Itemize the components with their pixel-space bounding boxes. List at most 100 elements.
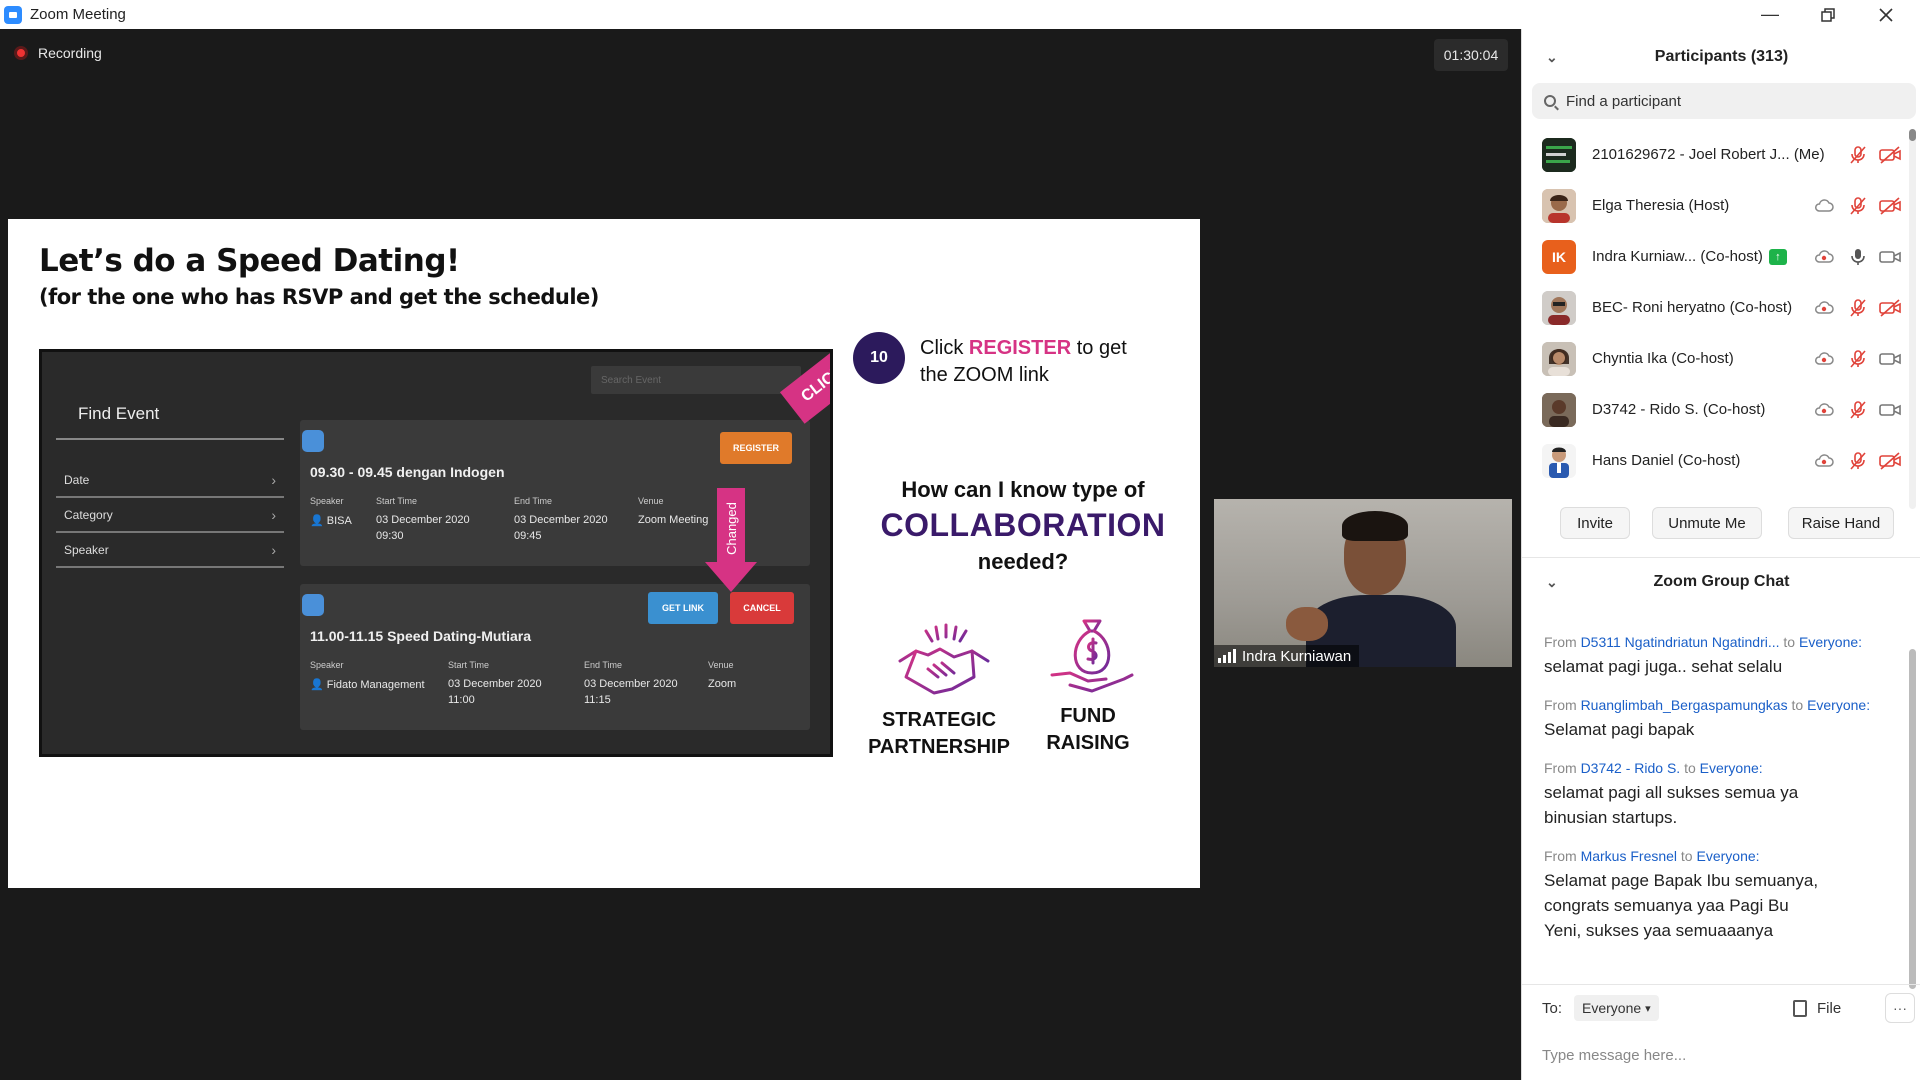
chat-message-input[interactable] bbox=[1542, 1042, 1902, 1068]
restore-icon[interactable] bbox=[1799, 0, 1857, 29]
video-icon[interactable] bbox=[1879, 399, 1901, 421]
share-screen-icon: ↑ bbox=[1768, 249, 1787, 266]
chat-text: selamat pagi all sukses semua ya binusia… bbox=[1544, 783, 1799, 827]
col-label: Speaker bbox=[310, 496, 344, 506]
close-icon[interactable] bbox=[1857, 0, 1915, 29]
col-label: End Time bbox=[514, 496, 553, 506]
speaker-text: Fidato Management bbox=[326, 679, 425, 691]
changed-annotation: Changed bbox=[717, 488, 745, 568]
sender-name[interactable]: D5311 Ngatindriatun Ngatindri... bbox=[1581, 634, 1780, 650]
participant-row[interactable]: IK Indra Kurniaw... (Co-host) ↑ bbox=[1522, 231, 1912, 282]
video-off-icon[interactable] bbox=[1879, 450, 1901, 472]
muted-mic-icon[interactable] bbox=[1847, 297, 1869, 319]
chevron-down-icon[interactable]: ⌄ bbox=[1546, 49, 1558, 66]
cloud-recording-icon bbox=[1813, 399, 1835, 421]
start-time: 11:00 bbox=[448, 694, 475, 706]
side-panel: ⌄ Participants (313) Find a participant … bbox=[1521, 29, 1920, 1080]
muted-mic-icon[interactable] bbox=[1847, 195, 1869, 217]
participant-row[interactable]: Hans Daniel (Co-host) bbox=[1522, 435, 1912, 486]
video-off-icon[interactable] bbox=[1879, 144, 1901, 166]
cloud-recording-icon bbox=[1813, 348, 1835, 370]
arrow-down-icon bbox=[705, 562, 757, 592]
participant-row[interactable]: Chyntia Ika (Co-host) bbox=[1522, 333, 1912, 384]
event-speaker: Speaker 👤 Fidato Management bbox=[310, 660, 425, 691]
speaker-value: 👤 BISA bbox=[310, 515, 352, 527]
cloud-icon bbox=[1813, 195, 1835, 217]
invite-button[interactable]: Invite bbox=[1560, 507, 1630, 539]
step-number: 10 bbox=[853, 332, 905, 384]
col-label: End Time bbox=[584, 660, 623, 670]
more-options-button[interactable]: ··· bbox=[1885, 993, 1915, 1023]
sender-name[interactable]: Ruanglimbah_Bergaspamungkas bbox=[1581, 697, 1788, 713]
search-placeholder: Find a participant bbox=[1566, 92, 1682, 110]
search-icon bbox=[1544, 95, 1556, 107]
chevron-down-icon: ▾ bbox=[1645, 1002, 1651, 1015]
event-chip bbox=[302, 594, 324, 616]
recording-dot-icon bbox=[14, 46, 28, 60]
avatar bbox=[1542, 188, 1576, 223]
video-icon[interactable] bbox=[1879, 246, 1901, 268]
chat-recipient-row: To: Everyone ▾ File ··· bbox=[1542, 991, 1915, 1025]
participant-row[interactable]: D3742 - Rido S. (Co-host) bbox=[1522, 384, 1912, 435]
muted-mic-icon[interactable] bbox=[1847, 399, 1869, 421]
participant-name: Hans Daniel (Co-host) bbox=[1592, 452, 1741, 469]
mic-icon[interactable] bbox=[1847, 246, 1869, 268]
muted-mic-icon[interactable] bbox=[1847, 144, 1869, 166]
sender-name[interactable]: Markus Fresnel bbox=[1581, 848, 1677, 864]
chat-title: Zoom Group Chat bbox=[1653, 573, 1790, 590]
mock-filter-date: Date › bbox=[56, 464, 284, 498]
raise-hand-button[interactable]: Raise Hand bbox=[1788, 507, 1894, 539]
cloud-recording-icon bbox=[1813, 450, 1835, 472]
recipient-select[interactable]: Everyone ▾ bbox=[1574, 995, 1659, 1021]
participant-row[interactable]: Elga Theresia (Host) bbox=[1522, 180, 1912, 231]
muted-mic-icon[interactable] bbox=[1847, 450, 1869, 472]
video-name-label: Indra Kurniawan bbox=[1214, 645, 1360, 667]
event-title: 11.00-11.15 Speed Dating-Mutiara bbox=[310, 628, 531, 644]
col-label: Start Time bbox=[448, 660, 490, 670]
video-person-hand bbox=[1286, 607, 1328, 641]
step-highlight: REGISTER bbox=[968, 337, 1072, 359]
unmute-me-button[interactable]: Unmute Me bbox=[1652, 507, 1762, 539]
muted-mic-icon[interactable] bbox=[1847, 348, 1869, 370]
participant-search-input[interactable]: Find a participant bbox=[1532, 83, 1916, 119]
sender-name[interactable]: D3742 - Rido S. bbox=[1581, 760, 1681, 776]
participant-row[interactable]: 2101629672 - Joel Robert J... (Me) bbox=[1522, 129, 1912, 180]
chat-scrollbar[interactable] bbox=[1909, 649, 1916, 989]
video-off-icon[interactable] bbox=[1879, 297, 1901, 319]
recipient: Everyone: bbox=[1696, 848, 1760, 864]
avatar bbox=[1542, 443, 1576, 478]
avatar bbox=[1542, 392, 1576, 427]
recipient: Everyone: bbox=[1799, 634, 1863, 650]
chat-message: From D3742 - Rido S. to Everyone: selama… bbox=[1544, 760, 1844, 830]
category-strategic-partnership: STRATEGIC PARTNERSHIP bbox=[868, 709, 1010, 758]
participant-video[interactable]: Indra Kurniawan bbox=[1214, 499, 1512, 667]
step-instruction: Click REGISTER to get the ZOOM link bbox=[920, 335, 1160, 389]
event-end: End Time 03 December 2020 11:15 bbox=[584, 660, 678, 706]
col-label: Venue bbox=[708, 660, 734, 670]
to-label: To: bbox=[1542, 999, 1563, 1017]
participant-name: Indra Kurniaw... (Co-host) ↑ bbox=[1592, 248, 1787, 266]
chat-message: From Ruanglimbah_Bergaspamungkas to Ever… bbox=[1544, 697, 1908, 742]
chat-message: From D5311 Ngatindriatun Ngatindri... to… bbox=[1544, 634, 1908, 679]
event-end: End Time 03 December 2020 09:45 bbox=[514, 496, 608, 542]
handshake-icon bbox=[898, 623, 990, 695]
file-button[interactable]: File bbox=[1793, 999, 1841, 1017]
video-icon[interactable] bbox=[1879, 348, 1901, 370]
money-bag-hand-icon bbox=[1050, 619, 1134, 693]
video-off-icon[interactable] bbox=[1879, 195, 1901, 217]
chat-from-line: From Markus Fresnel to Everyone: bbox=[1544, 848, 1829, 864]
participant-row[interactable]: BEC- Roni heryatno (Co-host) bbox=[1522, 282, 1912, 333]
mock-register-button: REGISTER bbox=[720, 432, 792, 464]
avatar bbox=[1542, 137, 1576, 172]
question-line-3: needed? bbox=[977, 549, 1069, 574]
col-label: Speaker bbox=[310, 660, 344, 670]
from-prefix: From bbox=[1544, 760, 1577, 776]
recording-indicator[interactable]: Recording bbox=[14, 45, 102, 61]
to-prefix: to bbox=[1680, 848, 1693, 864]
video-person-hair bbox=[1342, 511, 1408, 541]
minimize-icon[interactable]: — bbox=[1741, 0, 1799, 29]
chevron-down-icon[interactable]: ⌄ bbox=[1546, 574, 1558, 591]
event-venue: Venue Zoom bbox=[708, 660, 736, 690]
cloud-recording-icon bbox=[1813, 297, 1835, 319]
end-time: 09:45 bbox=[514, 530, 542, 542]
